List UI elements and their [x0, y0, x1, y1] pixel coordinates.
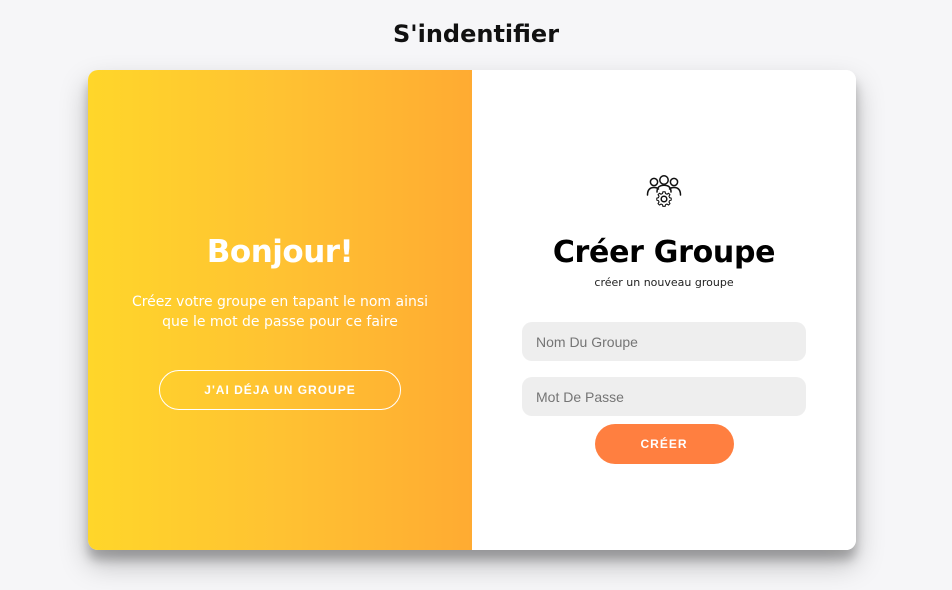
existing-group-button[interactable]: J'ai déja un groupe	[159, 370, 401, 410]
page-title: S'indentifier	[392, 20, 560, 48]
create-button[interactable]: Créer	[594, 424, 734, 464]
welcome-heading: Bonjour!	[206, 234, 354, 270]
create-group-subtitle: créer un nouveau groupe	[594, 276, 734, 289]
create-group-heading: Créer Groupe	[552, 235, 776, 270]
create-group-form: Créer Groupe créer un nouveau groupe Cré…	[472, 70, 856, 550]
welcome-text: Créez votre groupe en tapant le nom ains…	[131, 294, 429, 330]
group-settings-icon	[644, 172, 684, 212]
group-name-input[interactable]	[522, 322, 806, 361]
password-input[interactable]	[522, 377, 806, 416]
welcome-overlay-panel: Bonjour! Créez votre groupe en tapant le…	[88, 70, 472, 550]
auth-card: Bonjour! Créez votre groupe en tapant le…	[88, 70, 856, 550]
